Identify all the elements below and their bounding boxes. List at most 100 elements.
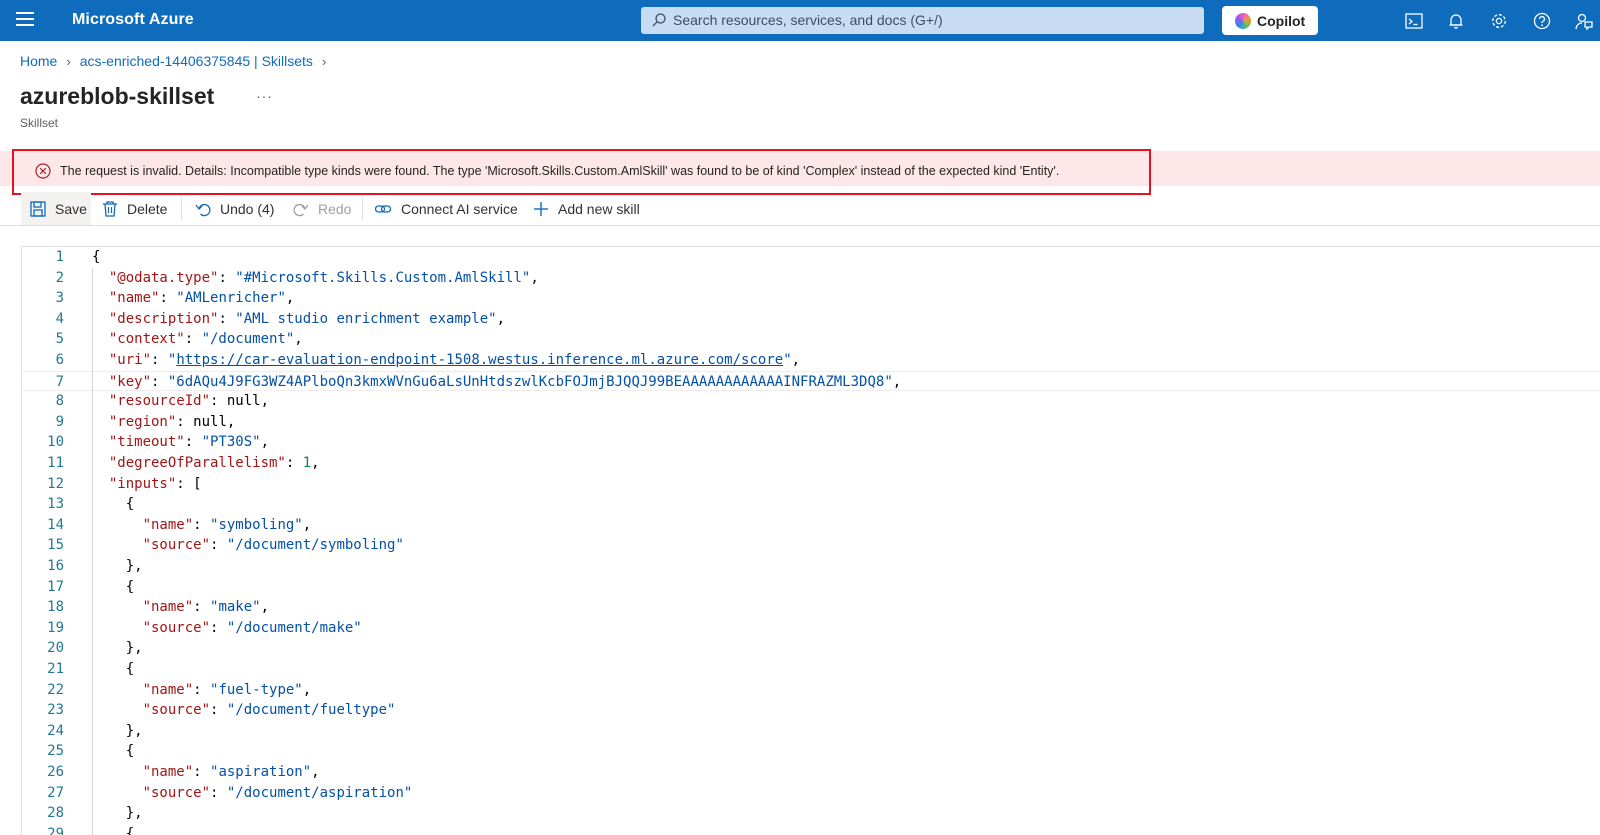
line-number: 13 bbox=[47, 496, 64, 513]
code-text: "region": null, bbox=[108, 413, 236, 430]
line-number: 24 bbox=[47, 722, 64, 739]
code-text: "description": "AML studio enrichment ex… bbox=[108, 310, 506, 327]
breadcrumb-skillsets[interactable]: acs-enriched-14406375845 | Skillsets bbox=[80, 53, 313, 69]
code-line[interactable]: 14 "name": "symboling", bbox=[22, 515, 1600, 536]
toolbar-divider bbox=[181, 198, 182, 220]
code-line[interactable]: 20 }, bbox=[22, 638, 1600, 659]
code-line[interactable]: 18 "name": "make", bbox=[22, 597, 1600, 618]
undo-button[interactable]: Undo (4) bbox=[186, 192, 280, 225]
line-number: 23 bbox=[47, 702, 64, 719]
code-text: { bbox=[92, 825, 135, 835]
feedback-icon[interactable] bbox=[1574, 11, 1594, 31]
code-line[interactable]: 23 "source": "/document/fueltype" bbox=[22, 700, 1600, 721]
copilot-icon bbox=[1235, 13, 1251, 29]
code-text: "source": "/document/symboling" bbox=[142, 537, 404, 554]
add-skill-label: Add new skill bbox=[558, 201, 640, 217]
copilot-button[interactable]: Copilot bbox=[1222, 6, 1318, 35]
code-line[interactable]: 27 "source": "/document/aspiration" bbox=[22, 783, 1600, 804]
redo-button[interactable]: Redo bbox=[284, 192, 360, 225]
code-line[interactable]: 29 { bbox=[22, 824, 1600, 835]
code-line[interactable]: 12 "inputs": [ bbox=[22, 474, 1600, 495]
code-line[interactable]: 17 { bbox=[22, 577, 1600, 598]
code-line[interactable]: 22 "name": "fuel-type", bbox=[22, 680, 1600, 701]
code-line[interactable]: 19 "source": "/document/make" bbox=[22, 618, 1600, 639]
delete-button[interactable]: Delete bbox=[93, 192, 173, 225]
more-options-button[interactable]: ··· bbox=[256, 88, 273, 104]
save-label: Save bbox=[55, 201, 87, 217]
menu-icon[interactable] bbox=[16, 12, 34, 28]
help-icon[interactable] bbox=[1532, 11, 1552, 31]
line-number: 10 bbox=[47, 434, 64, 451]
line-number: 27 bbox=[47, 784, 64, 801]
code-line[interactable]: 11 "degreeOfParallelism": 1, bbox=[22, 453, 1600, 474]
line-number: 26 bbox=[47, 764, 64, 780]
line-number: 7 bbox=[55, 373, 64, 390]
code-line[interactable]: 1{ bbox=[22, 247, 1600, 268]
code-line[interactable]: 6 "uri": "https://car-evaluation-endpoin… bbox=[22, 350, 1600, 371]
code-line[interactable]: 21 { bbox=[22, 659, 1600, 680]
add-new-skill-button[interactable]: Add new skill bbox=[524, 192, 648, 225]
code-text: { bbox=[92, 661, 135, 677]
code-line[interactable]: 24 }, bbox=[22, 721, 1600, 742]
code-text: "uri": "https://car-evaluation-endpoint-… bbox=[108, 352, 801, 368]
code-text: "source": "/document/fueltype" bbox=[142, 702, 396, 719]
settings-icon[interactable] bbox=[1489, 11, 1509, 31]
search-input[interactable]: Search resources, services, and docs (G+… bbox=[641, 7, 1204, 34]
code-text: { bbox=[92, 743, 135, 760]
undo-label: Undo (4) bbox=[220, 201, 275, 217]
code-text: "context": "/document", bbox=[108, 331, 303, 348]
line-number: 17 bbox=[47, 578, 64, 595]
code-line[interactable]: 28 }, bbox=[22, 803, 1600, 824]
save-icon bbox=[30, 201, 46, 217]
line-number: 12 bbox=[47, 475, 64, 492]
code-text: { bbox=[92, 249, 101, 265]
error-icon bbox=[35, 163, 51, 179]
code-line[interactable]: 9 "region": null, bbox=[22, 412, 1600, 433]
code-text: "name": "symboling", bbox=[142, 516, 312, 533]
code-line[interactable]: 7 "key": "6dAQu4J9FG3WZ4APlboQn3kmxWVnGu… bbox=[22, 370, 1600, 392]
code-text: "source": "/document/make" bbox=[142, 619, 362, 636]
line-number: 8 bbox=[55, 393, 64, 410]
line-number: 18 bbox=[47, 599, 64, 616]
code-line[interactable]: 15 "source": "/document/symboling" bbox=[22, 535, 1600, 556]
code-text: "name": "make", bbox=[142, 599, 270, 616]
code-line[interactable]: 25 { bbox=[22, 741, 1600, 762]
line-number: 22 bbox=[47, 681, 64, 698]
code-line[interactable]: 16 }, bbox=[22, 556, 1600, 577]
line-number: 21 bbox=[47, 661, 64, 677]
code-text: }, bbox=[92, 722, 143, 739]
code-line[interactable]: 10 "timeout": "PT30S", bbox=[22, 432, 1600, 453]
line-number: 2 bbox=[55, 269, 64, 286]
code-text: { bbox=[92, 578, 135, 595]
code-line[interactable]: 4 "description": "AML studio enrichment … bbox=[22, 309, 1600, 330]
line-number: 14 bbox=[47, 516, 64, 533]
search-placeholder: Search resources, services, and docs (G+… bbox=[673, 12, 943, 28]
connect-ai-service-button[interactable]: Connect AI service bbox=[366, 192, 522, 225]
cloud-shell-icon[interactable] bbox=[1404, 11, 1424, 31]
line-number: 20 bbox=[47, 640, 64, 657]
command-bar: Save Delete Undo (4) Redo Connect AI ser… bbox=[0, 192, 1600, 226]
code-line[interactable]: 5 "context": "/document", bbox=[22, 329, 1600, 350]
line-number: 3 bbox=[55, 290, 64, 307]
save-button[interactable]: Save bbox=[21, 192, 91, 225]
code-text: "name": "fuel-type", bbox=[142, 681, 312, 698]
code-line[interactable]: 2 "@odata.type": "#Microsoft.Skills.Cust… bbox=[22, 268, 1600, 289]
line-number: 4 bbox=[55, 310, 64, 327]
brand-title[interactable]: Microsoft Azure bbox=[72, 11, 194, 29]
code-line[interactable]: 8 "resourceId": null, bbox=[22, 391, 1600, 412]
chevron-right-icon: › bbox=[321, 54, 327, 69]
code-text: "degreeOfParallelism": 1, bbox=[108, 455, 320, 471]
json-code-editor[interactable]: 1{2 "@odata.type": "#Microsoft.Skills.Cu… bbox=[21, 246, 1600, 835]
code-text: }, bbox=[92, 805, 143, 822]
code-text: }, bbox=[92, 640, 143, 657]
code-line[interactable]: 13 { bbox=[22, 494, 1600, 515]
page-subtitle: Skillset bbox=[20, 116, 59, 130]
breadcrumb-home[interactable]: Home bbox=[20, 53, 57, 69]
line-number: 9 bbox=[55, 413, 64, 430]
notifications-icon[interactable] bbox=[1446, 11, 1466, 31]
code-text: { bbox=[92, 496, 135, 513]
redo-icon bbox=[293, 203, 309, 217]
code-line[interactable]: 26 "name": "aspiration", bbox=[22, 762, 1600, 783]
code-line[interactable]: 3 "name": "AMLenricher", bbox=[22, 288, 1600, 309]
line-number: 25 bbox=[47, 743, 64, 760]
